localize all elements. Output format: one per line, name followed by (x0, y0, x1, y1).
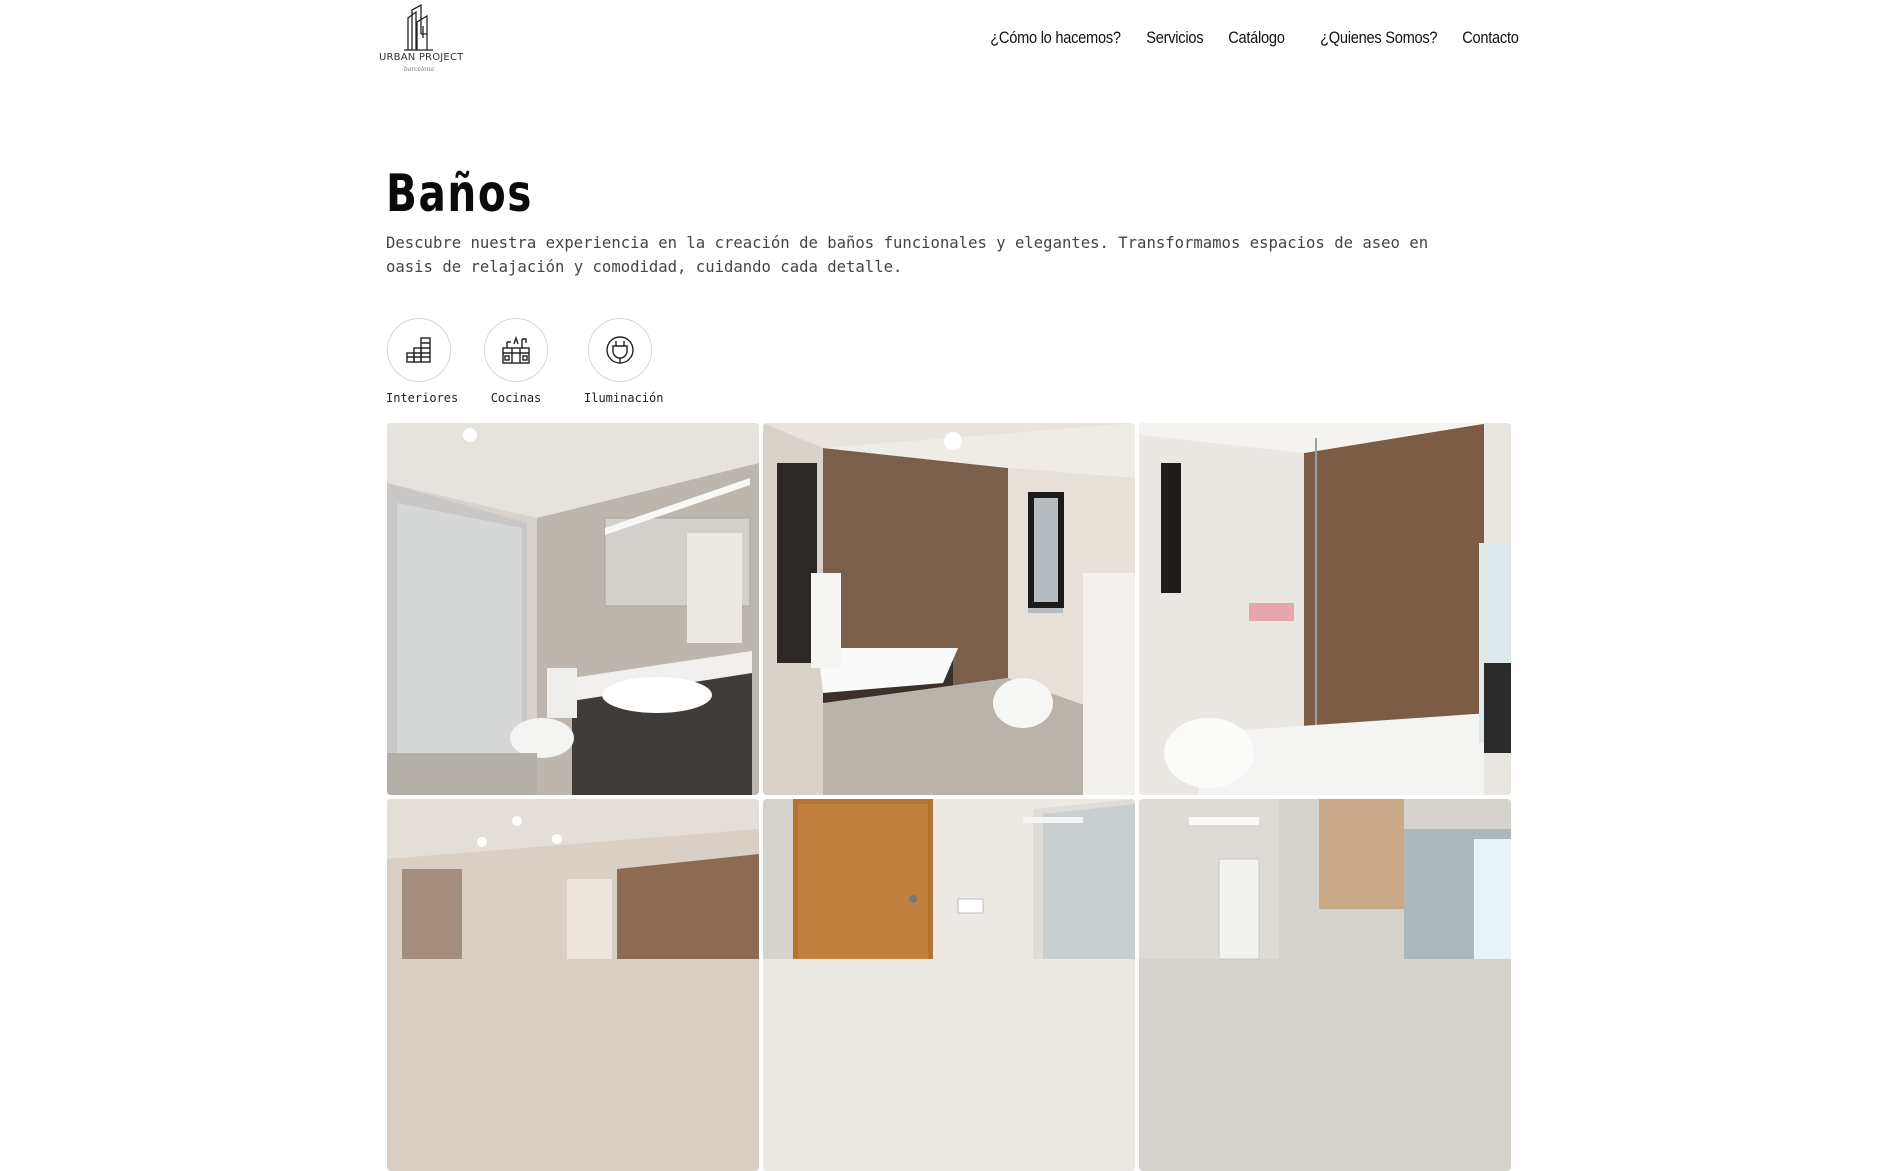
nav-catalogo[interactable]: Catálogo (1229, 28, 1286, 48)
nav-como-lo-hacemos[interactable]: ¿Cómo lo hacemos? (991, 28, 1122, 48)
bathroom-photo-image (763, 799, 1135, 1171)
bathroom-photo-image (387, 423, 759, 795)
bathroom-photo-image (763, 423, 1135, 795)
category-cocinas[interactable]: Cocinas (483, 318, 549, 405)
bathroom-photo-image (387, 799, 759, 1171)
gallery-photo[interactable] (1139, 799, 1511, 1171)
bathroom-gallery (387, 423, 1512, 1171)
gallery-photo[interactable] (763, 799, 1135, 1171)
page-description: Descubre nuestra experiencia en la creac… (386, 234, 1429, 276)
logo-name: URBAN PROJECT (379, 52, 464, 63)
main-nav: ¿Cómo lo hacemos? Servicios Catálogo ¿Qu… (969, 28, 1520, 48)
building-logo-icon (404, 4, 433, 51)
bathroom-photo-image (1139, 799, 1511, 1171)
gallery-photo[interactable] (763, 423, 1135, 795)
nav-quienes-somos[interactable]: ¿Quienes Somos? (1320, 28, 1437, 48)
kitchen-icon (502, 335, 530, 364)
category-icon-circle (588, 318, 652, 382)
gallery-photo[interactable] (1139, 423, 1511, 795)
category-icon-circle (484, 318, 548, 382)
category-label: Cocinas (490, 391, 542, 405)
page-title: Baños (386, 164, 533, 224)
interiors-icon (406, 337, 431, 363)
lighting-plug-icon (606, 336, 634, 364)
category-label: Interiores (386, 391, 459, 405)
site-logo[interactable]: URBAN PROJECT barcelona (379, 4, 464, 76)
bathroom-photo-image (1139, 423, 1511, 795)
gallery-photo[interactable] (387, 799, 759, 1171)
logo-tagline: barcelona (403, 66, 435, 73)
gallery-photo[interactable] (387, 423, 759, 795)
category-interiores[interactable]: Interiores (386, 318, 459, 405)
nav-servicios[interactable]: Servicios (1146, 28, 1203, 48)
category-label: Iluminación (584, 391, 664, 405)
nav-contacto[interactable]: Contacto (1463, 28, 1520, 48)
category-icon-circle (387, 318, 451, 382)
category-iluminacion[interactable]: Iluminación (584, 318, 664, 405)
site-header: URBAN PROJECT barcelona ¿Cómo lo hacemos… (0, 0, 1899, 90)
